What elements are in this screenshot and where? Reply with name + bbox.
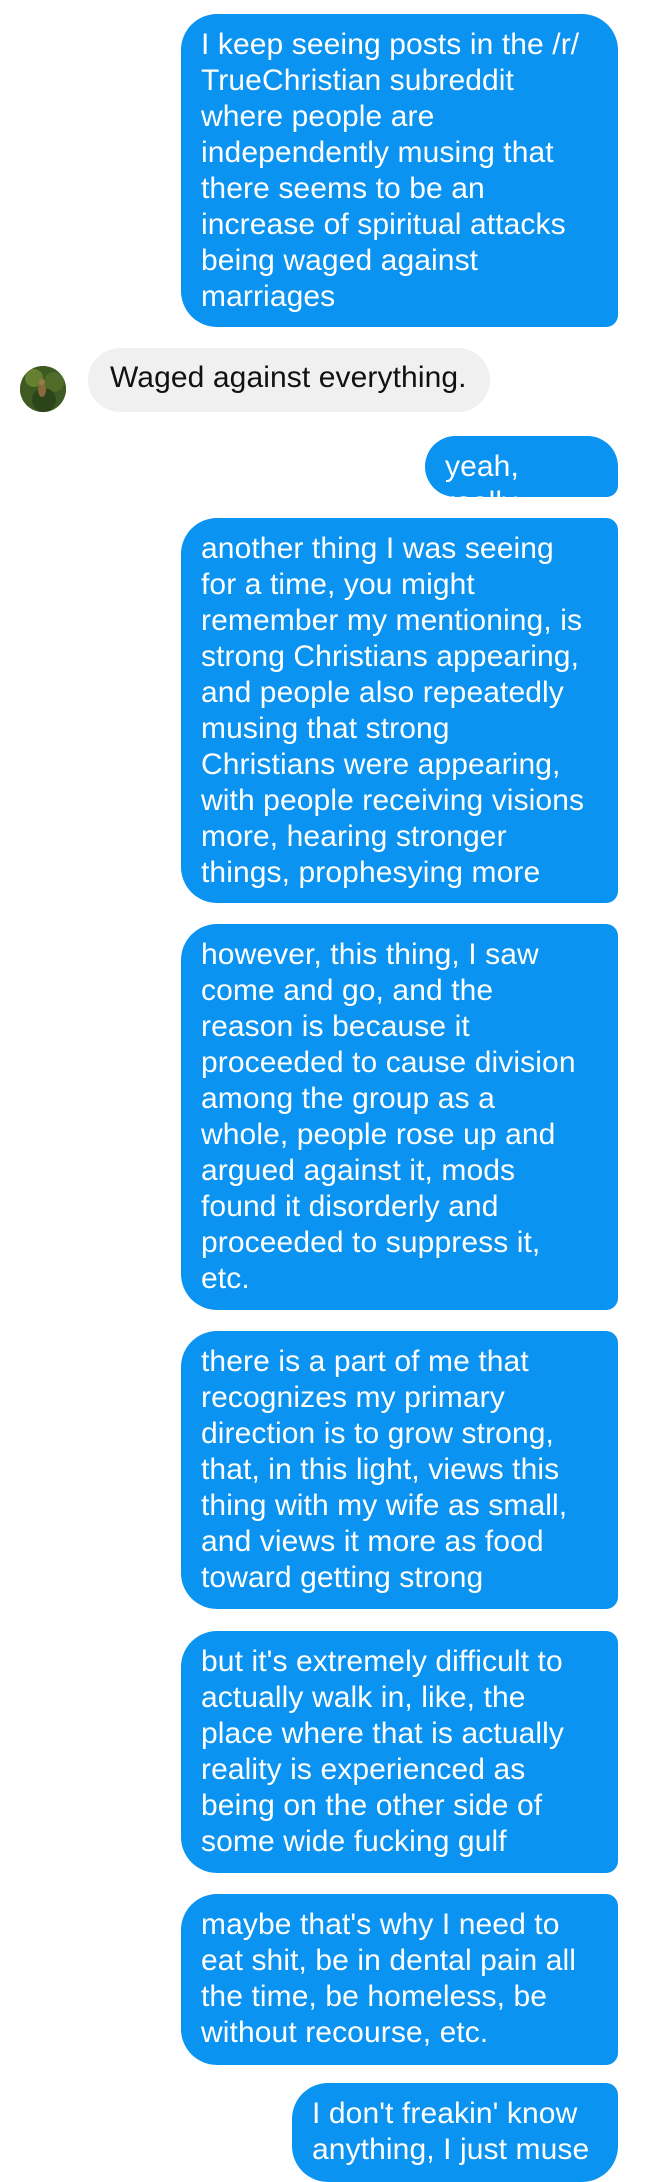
outgoing-message-bubble[interactable]: I keep seeing posts in the /r/ TrueChris… — [181, 14, 618, 327]
contact-avatar[interactable] — [20, 366, 66, 412]
contact-avatar-photo — [20, 366, 66, 412]
outgoing-message-bubble[interactable]: but it's extremely difficult to actually… — [181, 1631, 618, 1873]
incoming-message-bubble[interactable]: Waged against everything. — [88, 348, 490, 412]
message-thread: I keep seeing posts in the /r/ TrueChris… — [0, 0, 648, 2182]
outgoing-message-bubble[interactable]: maybe that's why I need to eat shit, be … — [181, 1894, 618, 2065]
outgoing-message-bubble[interactable]: yeah, really — [425, 436, 618, 519]
outgoing-message-bubble[interactable]: I don't freakin' know anything, I just m… — [292, 2083, 618, 2182]
outgoing-message-bubble[interactable]: another thing I was seeing for a time, y… — [181, 518, 618, 903]
outgoing-message-bubble[interactable]: however, this thing, I saw come and go, … — [181, 924, 618, 1310]
outgoing-message-bubble[interactable]: there is a part of me that recognizes my… — [181, 1331, 618, 1609]
